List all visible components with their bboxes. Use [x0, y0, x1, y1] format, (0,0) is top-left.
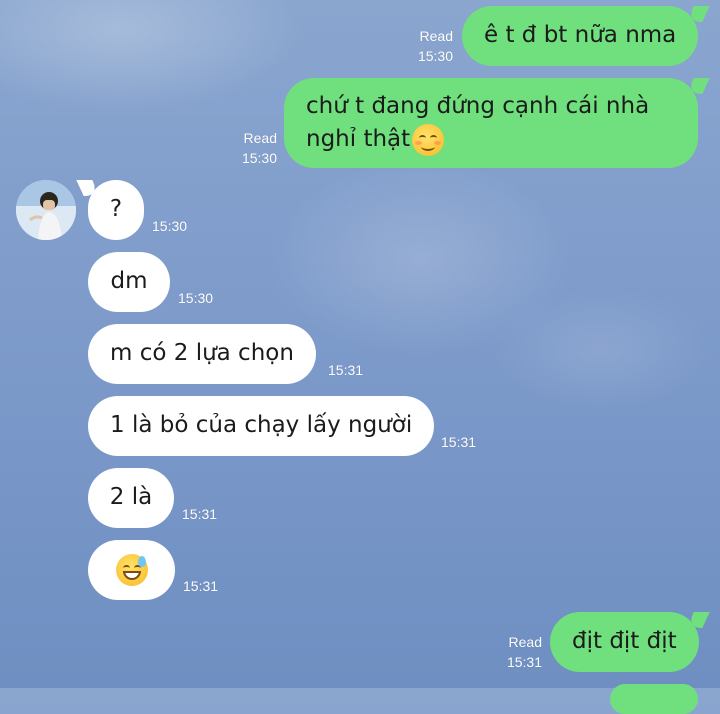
- message-bubble[interactable]: 2 là: [88, 468, 174, 528]
- message-text: dm: [110, 268, 148, 294]
- message-text-line: chứ t đang đứng cạnh cái nhà: [306, 93, 650, 119]
- message-bubble[interactable]: địt địt địt: [550, 612, 699, 672]
- grinning-sweat-icon: [115, 554, 148, 586]
- message-text: 2 là: [109, 484, 153, 510]
- read-receipt: Read: [243, 130, 277, 146]
- message-text: m có 2 lựa chọn: [110, 340, 294, 366]
- contact-avatar[interactable]: [16, 180, 76, 240]
- message-time: 15:30: [178, 290, 214, 306]
- message-text: ?: [109, 196, 123, 222]
- message-time: 15:31: [506, 654, 542, 670]
- read-receipt: Read: [419, 28, 453, 44]
- message-time: 15:31: [182, 506, 218, 522]
- message-bubble-partial[interactable]: [610, 684, 698, 714]
- message-time: 15:31: [441, 434, 477, 450]
- message-time: 15:30: [152, 218, 188, 234]
- message-bubble[interactable]: 1 là bỏ của chạy lấy người: [88, 396, 435, 456]
- message-time: 15:30: [417, 48, 453, 64]
- message-bubble[interactable]: [88, 540, 175, 600]
- avatar-photo: [16, 180, 76, 240]
- message-text-line: nghỉ thật: [306, 126, 411, 152]
- message-bubble[interactable]: ê t đ bt nữa nma: [462, 6, 699, 66]
- smiling-face-icon: [412, 123, 445, 156]
- message-text: 1 là bỏ của chạy lấy người: [110, 412, 413, 438]
- message-text: địt địt địt: [572, 628, 677, 654]
- message-bubble[interactable]: ?: [88, 180, 144, 240]
- message-bubble[interactable]: chứ t đang đứng cạnh cái nhà nghỉ thật: [284, 78, 698, 168]
- message-text: ê t đ bt nữa nma: [484, 22, 677, 48]
- read-receipt: Read: [508, 634, 542, 650]
- message-time: 15:31: [183, 578, 219, 594]
- message-bubble[interactable]: dm: [88, 252, 170, 312]
- message-time: 15:30: [241, 150, 277, 166]
- message-bubble[interactable]: m có 2 lựa chọn: [88, 324, 316, 384]
- chat-thread[interactable]: Read 15:30 ê t đ bt nữa nma Read 15:30 c…: [0, 0, 720, 714]
- message-time: 15:31: [328, 362, 364, 378]
